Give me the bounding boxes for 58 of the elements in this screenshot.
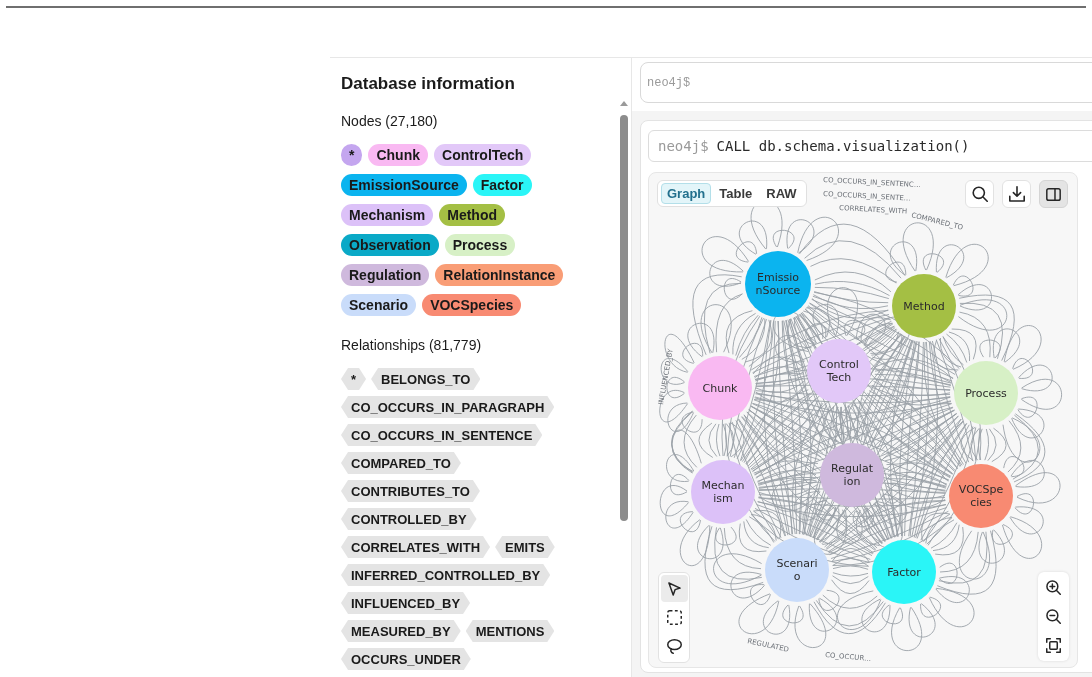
relationship-type-tag[interactable]: CORRELATES_WITH [341, 536, 491, 558]
view-tab[interactable]: Graph [661, 183, 712, 204]
node-label-chip[interactable]: Method [439, 204, 505, 226]
query-prompt: neo4j$ [658, 136, 709, 156]
relationships-heading: Relationships (81,779) [341, 336, 482, 355]
search-icon [971, 186, 988, 202]
node-label-chip[interactable]: VOCSpecies [422, 294, 522, 316]
lasso-icon [666, 639, 682, 654]
relationship-type-tag[interactable]: BELONGS_TO [371, 368, 481, 390]
node-label-chip[interactable]: Chunk [368, 144, 428, 166]
relationship-type-tag[interactable]: COMPARED_TO [341, 452, 461, 474]
pointer-tool-button[interactable] [660, 575, 688, 602]
graph-node[interactable]: Method [892, 274, 956, 338]
node-label-chip[interactable]: Process [444, 234, 516, 256]
download-icon [1008, 186, 1025, 202]
nodes-heading: Nodes (27,180) [341, 112, 438, 131]
relationship-type-tag[interactable]: MENTIONS [465, 620, 555, 642]
graph-node[interactable]: Factor [872, 540, 936, 604]
relationship-type-tag[interactable]: INFERRED_CONTROLLED_BY [341, 564, 551, 586]
query-editor-field[interactable]: neo4j$ [640, 62, 1092, 103]
cursor-arrow-icon [667, 581, 681, 596]
zoom-in-icon [1046, 580, 1061, 595]
panel-toggle-button[interactable] [1039, 180, 1068, 208]
panel-title: Database information [341, 73, 515, 95]
graph-node[interactable]: Scenari o [765, 538, 829, 602]
query-bar[interactable]: neo4j$ CALL db.schema.visualization() [648, 130, 1092, 162]
query-text: CALL db.schema.visualization() [716, 136, 970, 156]
scrollbar-thumb[interactable] [620, 115, 628, 521]
relationship-type-tag[interactable]: MEASURED_BY [341, 620, 461, 642]
relationship-type-tag[interactable]: CONTRIBUTES_TO [341, 480, 480, 502]
node-label-chip[interactable]: Scenario [341, 294, 417, 316]
relationship-type-tag[interactable]: EMITS [495, 536, 555, 558]
node-label-chip[interactable]: EmissionSource [341, 174, 467, 196]
graph-node[interactable]: Emissio nSource [745, 251, 811, 317]
download-button[interactable] [1002, 180, 1031, 208]
graph-node[interactable]: Chunk [688, 356, 752, 420]
relationship-type-tag[interactable]: CONTROLLED_BY [341, 508, 477, 530]
dashed-square-icon [666, 610, 682, 625]
graph-node[interactable]: Mechan ism [691, 460, 755, 524]
zoom-out-icon [1046, 609, 1061, 624]
relationship-type-tag[interactable]: CO_OCCURS_IN_SENTENCE [341, 424, 543, 446]
relationship-type-tag[interactable]: CO_OCCURS_IN_PARAGRAPH [341, 396, 555, 418]
node-label-chip[interactable]: Factor [472, 174, 532, 196]
node-label-chip[interactable]: RelationInstance [435, 264, 564, 286]
fit-to-screen-icon [1046, 638, 1061, 653]
graph-node[interactable]: VOCSpe cies [949, 464, 1013, 528]
side-panel-icon [1046, 187, 1061, 201]
graph-node[interactable]: Process [954, 361, 1018, 425]
node-label-chip[interactable]: Regulation [341, 264, 430, 286]
node-label-chip[interactable]: Observation [341, 234, 439, 256]
search-button[interactable] [965, 180, 994, 208]
scroll-up-arrow-icon[interactable] [620, 101, 628, 106]
relationship-type-tag[interactable]: OCCURS_UNDER [341, 648, 471, 670]
relationship-type-tag[interactable]: INFLUENCED_BY [341, 592, 471, 614]
node-label-chip[interactable]: * [341, 144, 363, 166]
node-label-chip[interactable]: ControlTech [434, 144, 532, 166]
node-label-chip[interactable]: Mechanism [341, 204, 434, 226]
relationship-type-tag[interactable]: * [341, 368, 367, 390]
